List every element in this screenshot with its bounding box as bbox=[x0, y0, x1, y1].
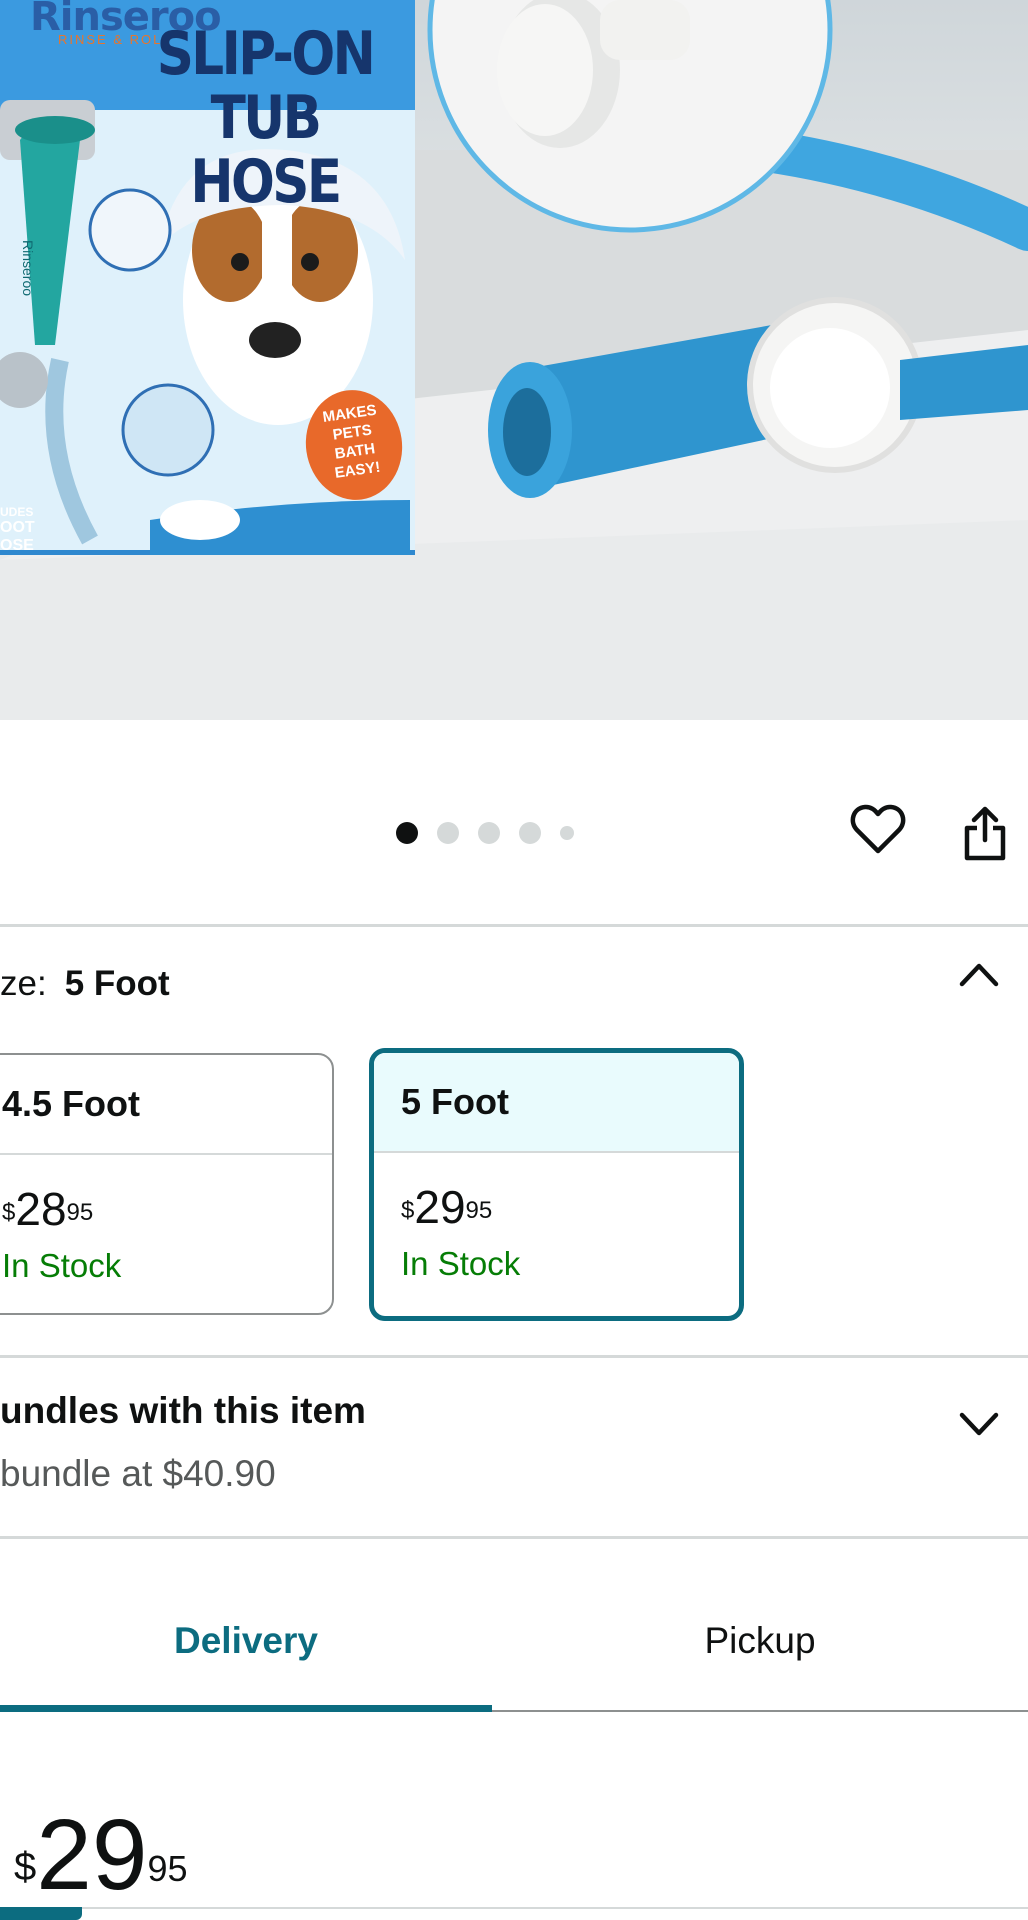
size-selector-label: ze: 5 Foot bbox=[0, 964, 170, 1004]
availability-status: In Stock bbox=[401, 1245, 521, 1282]
carousel-dot[interactable] bbox=[519, 822, 541, 844]
box-title: SLIP-ON TUB HOSE bbox=[140, 22, 389, 214]
size-option-4-5-foot[interactable]: 4.5 Foot $2895 In Stock bbox=[0, 1053, 334, 1315]
chevron-up-icon bbox=[959, 963, 999, 987]
price-fraction: 95 bbox=[465, 1197, 493, 1224]
size-option-5-foot[interactable]: 5 Foot $2995 In Stock bbox=[369, 1048, 744, 1321]
wishlist-button[interactable] bbox=[850, 803, 906, 860]
box-edge-line: OSE bbox=[0, 537, 34, 554]
carousel-dot[interactable] bbox=[396, 822, 418, 844]
price-currency: $ bbox=[2, 1199, 16, 1226]
box-title-line: SLIP-ON bbox=[156, 19, 376, 89]
buybox-price: $2995 bbox=[14, 1800, 188, 1910]
price-currency: $ bbox=[14, 1845, 37, 1889]
carousel-dot[interactable] bbox=[478, 822, 500, 844]
price-whole: 29 bbox=[36, 1799, 148, 1911]
tab-pickup[interactable]: Pickup bbox=[492, 1620, 1028, 1662]
share-button[interactable] bbox=[962, 806, 1008, 867]
box-edge-line: UDES bbox=[0, 505, 34, 519]
size-label-prefix: ze: bbox=[0, 964, 47, 1003]
section-divider bbox=[0, 924, 1028, 927]
box-title-line: TUB HOSE bbox=[190, 83, 342, 217]
box-edge-text: UDES OOT OSE bbox=[0, 505, 35, 555]
share-icon bbox=[964, 806, 1006, 861]
price-fraction: 95 bbox=[66, 1199, 94, 1226]
size-collapse-button[interactable] bbox=[958, 960, 1000, 993]
bundles-title: undles with this item bbox=[0, 1390, 366, 1431]
image-carousel-indicator[interactable] bbox=[396, 822, 574, 844]
box-edge-line: OOT bbox=[0, 519, 35, 536]
bottom-accent-tab bbox=[0, 1907, 82, 1920]
size-option-price: $2895 bbox=[2, 1185, 332, 1233]
bundles-subtitle: bundle at $40.90 bbox=[0, 1453, 276, 1494]
tab-baseline bbox=[492, 1710, 1028, 1712]
product-image[interactable]: Rinseroo RINSE & ROLL SLIP-ON TUB HOSE M… bbox=[0, 0, 1028, 720]
availability-status: In Stock bbox=[2, 1247, 122, 1284]
price-whole: 28 bbox=[15, 1183, 67, 1235]
price-whole: 29 bbox=[414, 1181, 466, 1233]
carousel-dot[interactable] bbox=[437, 822, 459, 844]
tab-delivery[interactable]: Delivery bbox=[0, 1620, 492, 1662]
carousel-dot[interactable] bbox=[560, 826, 574, 840]
price-currency: $ bbox=[401, 1197, 415, 1224]
chevron-down-icon bbox=[959, 1412, 999, 1436]
size-option-price: $2995 bbox=[401, 1183, 739, 1231]
size-option-name: 4.5 Foot bbox=[0, 1055, 332, 1155]
price-fraction: 95 bbox=[147, 1848, 188, 1889]
section-divider bbox=[0, 1536, 1028, 1539]
bundles-expand-button[interactable] bbox=[958, 1410, 1000, 1443]
heart-outline-icon bbox=[850, 804, 906, 854]
size-option-name: 5 Foot bbox=[374, 1053, 739, 1153]
active-tab-indicator bbox=[0, 1705, 492, 1712]
handle-brand-text: Rinseroo bbox=[20, 240, 36, 297]
size-selected-value: 5 Foot bbox=[64, 964, 170, 1003]
section-divider bbox=[0, 1907, 1028, 1909]
section-divider bbox=[0, 1355, 1028, 1358]
